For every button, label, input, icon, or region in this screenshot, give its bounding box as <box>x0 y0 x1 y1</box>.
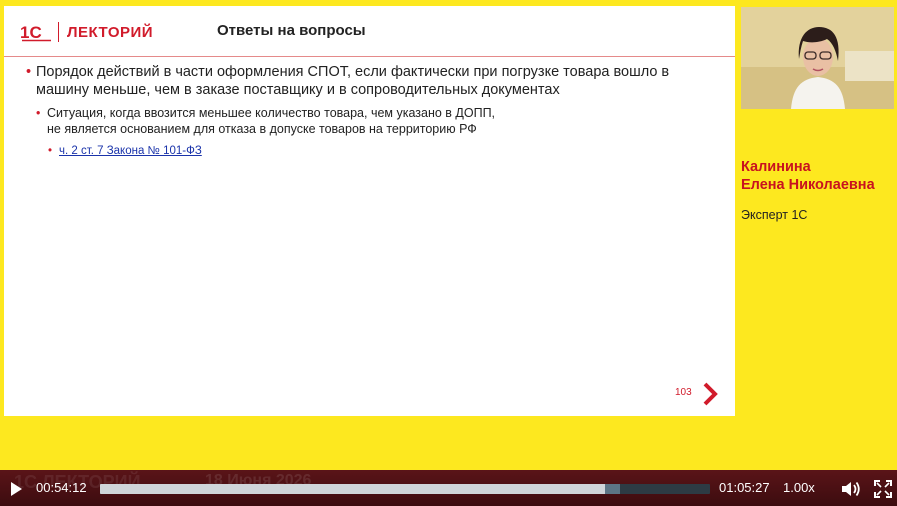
speaker-surname: Калинина <box>741 159 811 175</box>
slide-title: Ответы на вопросы <box>217 22 366 39</box>
progress-fill <box>100 484 606 494</box>
logo-1c-mark: 1С <box>20 23 51 42</box>
svg-text:1С: 1С <box>20 23 42 42</box>
bullet-level-2: • Ситуация, когда ввозится меньшее колич… <box>36 105 676 137</box>
logo-divider <box>58 22 59 42</box>
current-time: 00:54:12 <box>36 480 87 495</box>
bullet-marker: • <box>48 145 53 157</box>
bullet-text: Ситуация, когда ввозится меньшее количес… <box>47 105 495 137</box>
bullet-text-line-2: не является основанием для отказа в допу… <box>47 122 477 136</box>
bullet-marker: • <box>26 64 32 80</box>
speaker-given-names: Елена Николаевна <box>741 177 875 193</box>
slide-header: 1С ЛЕКТОРИЙ Ответы на вопросы <box>4 6 735 57</box>
play-icon[interactable] <box>9 481 23 497</box>
speaker-name: Калинина Елена Николаевна <box>741 158 896 194</box>
page-number: 103 <box>675 387 692 398</box>
speaker-video <box>741 7 894 109</box>
fullscreen-icon[interactable] <box>874 480 892 498</box>
playback-speed-button[interactable]: 1.00x <box>783 480 815 495</box>
chevron-right-icon[interactable] <box>702 382 718 406</box>
speaker-role: Эксперт 1С <box>741 208 808 222</box>
law-reference-link[interactable]: ч. 2 ст. 7 Закона № 101-ФЗ <box>59 144 202 158</box>
lektoriy-logo: 1С ЛЕКТОРИЙ <box>20 21 153 43</box>
slide: 1С ЛЕКТОРИЙ Ответы на вопросы • Порядок … <box>4 6 735 416</box>
logo-text: ЛЕКТОРИЙ <box>67 23 154 41</box>
speaker-video-image <box>741 7 894 109</box>
bullet-text-line-1: Ситуация, когда ввозится меньшее количес… <box>47 106 496 120</box>
video-player-bar: 1С ЛЕКТОРИЙ 18 Июня 2026 00:54:12 01:05:… <box>0 470 897 506</box>
volume-icon[interactable] <box>841 480 861 498</box>
total-time: 01:05:27 <box>719 480 770 495</box>
progress-bar[interactable] <box>100 484 710 494</box>
bullet-text: Порядок действий в части оформления СПОТ… <box>36 64 670 98</box>
bullet-level-1: • Порядок действий в части оформления СП… <box>26 63 706 99</box>
bullet-level-3: • ч. 2 ст. 7 Закона № 101-ФЗ <box>48 144 202 158</box>
bullet-marker: • <box>36 106 41 120</box>
